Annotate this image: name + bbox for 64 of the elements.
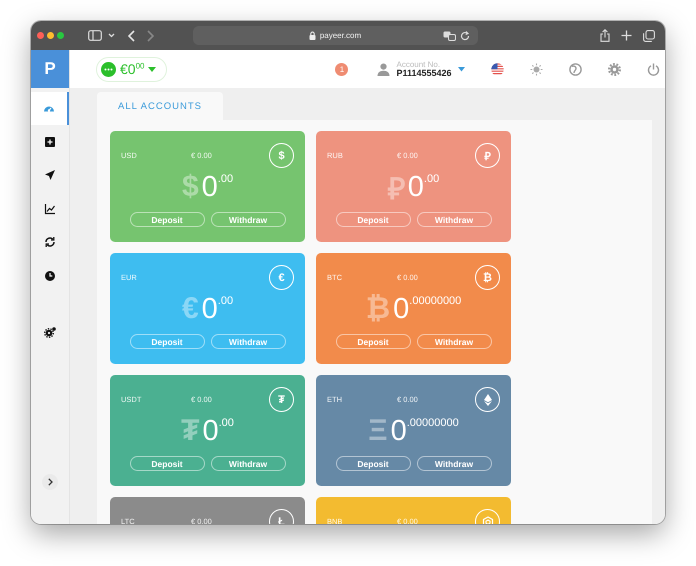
line-chart-icon (44, 202, 56, 215)
balance-amount: 0$^{.00}$ (202, 170, 234, 204)
power-icon[interactable] (646, 62, 660, 76)
action-button[interactable]: Withdraw (416, 334, 492, 349)
caret-icon (148, 66, 156, 72)
balance-amount: 0$^{.00}$ (202, 292, 234, 326)
currency-symbol: ₽ (388, 172, 405, 208)
currency-icon: € (269, 265, 294, 290)
share-icon[interactable] (600, 29, 610, 42)
lock-icon (308, 31, 316, 40)
balance-amount: €0$^{00}$ (120, 61, 144, 77)
account-number[interactable]: P1114555426 (396, 68, 452, 78)
account-label: Account No. (396, 60, 442, 68)
action-button[interactable]: Deposit (336, 334, 410, 349)
balance-amount: 0$^{.00}$ (202, 414, 234, 448)
expand-button[interactable] (42, 474, 58, 490)
balance-amount: 0$^{.00000000}$ (390, 414, 459, 448)
action-button[interactable]: Withdraw (416, 212, 492, 227)
caret-icon[interactable] (458, 66, 465, 72)
flag-icon[interactable] (490, 62, 504, 76)
balance-selector[interactable]: €0$^{00}$ (96, 56, 168, 82)
currency-icon: $ (269, 143, 294, 168)
action-button[interactable]: Withdraw (210, 334, 286, 349)
currency-icon (475, 387, 500, 412)
circular-arrows-icon (44, 236, 56, 248)
currency-symbol: € (182, 292, 199, 326)
action-button[interactable]: Deposit (130, 456, 204, 471)
action-button[interactable]: Deposit (336, 212, 410, 227)
back-icon[interactable] (128, 30, 135, 42)
logo[interactable]: P (31, 50, 69, 88)
clock-icon (44, 270, 56, 282)
action-button[interactable]: Withdraw (210, 456, 286, 471)
currency-symbol: Ξ (368, 414, 388, 448)
action-button[interactable]: Deposit (336, 456, 410, 471)
accounts-tab[interactable]: ALL ACCOUNTS (97, 92, 223, 120)
plus-square-icon (44, 136, 56, 148)
chevron-down-icon[interactable] (108, 33, 115, 38)
user-icon (377, 62, 390, 76)
plus-icon[interactable] (621, 30, 632, 41)
action-button[interactable]: Withdraw (416, 456, 492, 471)
tabs-overview-icon[interactable] (643, 30, 655, 42)
action-button[interactable]: Deposit (130, 334, 204, 349)
gears-icon (44, 326, 56, 338)
settings-icon[interactable] (608, 62, 621, 76)
currency-symbol: ₿ (366, 292, 390, 326)
balance-amount: 0$^{.00000000}$ (393, 292, 462, 326)
sidebar-toggle-icon[interactable] (88, 30, 102, 41)
currency-icon: ₿ (475, 265, 500, 290)
currency-symbol: $ (182, 170, 199, 204)
url-text: payeer.com (320, 31, 362, 40)
reload-icon[interactable] (460, 30, 470, 40)
currency-symbol: ₮ (181, 414, 200, 448)
address-field[interactable]: payeer.com (193, 26, 478, 45)
action-button[interactable]: Withdraw (210, 212, 286, 227)
chevron-right-icon (48, 478, 52, 486)
paper-plane-icon (44, 169, 56, 182)
action-button[interactable]: Deposit (130, 212, 204, 227)
notification-badge[interactable]: 1 (335, 62, 348, 76)
translate-icon[interactable] (443, 30, 456, 40)
balance-amount: 0$^{.00}$ (408, 170, 440, 204)
currency-icon: ₽ (475, 143, 500, 168)
currency-icon: ₮ (269, 387, 294, 412)
more-icon (104, 68, 113, 70)
logo-text: P (44, 59, 56, 79)
